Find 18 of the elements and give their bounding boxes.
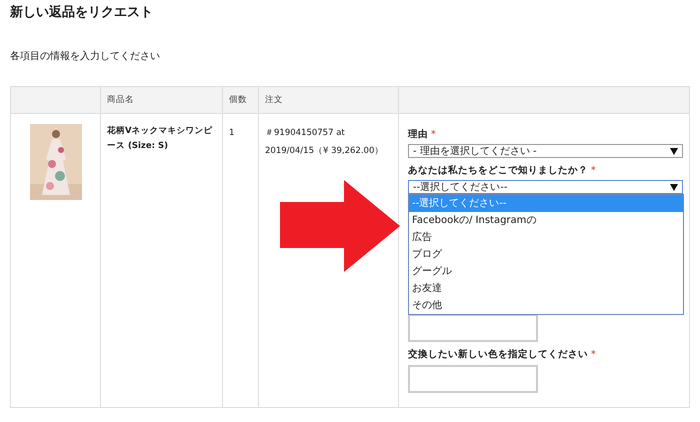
page-title: 新しい返品をリクエスト: [10, 4, 154, 22]
field-label: 理由 *: [408, 128, 437, 141]
arrow-icon: [280, 180, 400, 272]
input-field[interactable]: [408, 365, 538, 393]
column-header: 注文: [258, 86, 398, 114]
select-field[interactable]: --選択してください--: [408, 180, 683, 194]
caret-icon: [670, 148, 678, 154]
page-subtitle: 各項目の情報を入力してください: [10, 50, 161, 64]
field-label: 交換したい新しい色を指定してください *: [408, 348, 597, 361]
select-field[interactable]: - 理由を選択してください -: [408, 144, 683, 158]
field-label: あなたは私たちをどこで知りましたか？ *: [408, 164, 597, 177]
column-header: 個数: [222, 86, 258, 114]
column-header: 商品名: [100, 86, 222, 114]
input-field[interactable]: [408, 314, 538, 342]
quantity: 1: [229, 127, 236, 140]
order-info: ＃91904150757 at 2019/04/15（¥ 39,262.00）: [265, 127, 384, 158]
product-name: 花柄Vネックマキシワンピース (Size: S): [107, 124, 214, 153]
caret-icon: [670, 184, 678, 190]
